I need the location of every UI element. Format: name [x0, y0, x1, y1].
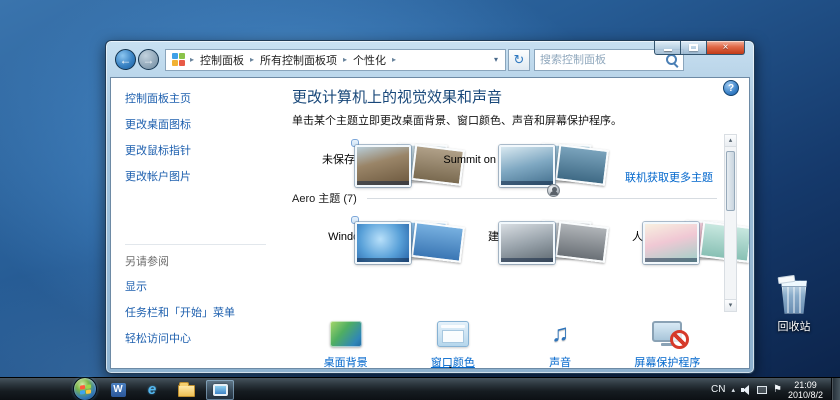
control-panel-window-icon	[213, 384, 228, 396]
personalization-window: × ← → ▸ 控制面板 ▸ 所有控制面板项 ▸ 个性化 ▸ ▾ ↻	[105, 40, 755, 374]
show-desktop-button[interactable]	[831, 378, 840, 400]
taskbar-explorer-button[interactable]	[172, 380, 200, 400]
close-button[interactable]: ×	[707, 41, 745, 55]
see-also-section: 另请参阅 显示 任务栏和「开始」菜单 轻松访问中心	[125, 244, 266, 356]
main-content: ? 更改计算机上的视觉效果和声音 单击某个主题立即更改桌面背景、窗口颜色、声音和…	[276, 78, 749, 368]
recycle-bin[interactable]: 回收站	[764, 280, 824, 334]
hidden-icons-button[interactable]: ▴	[731, 386, 735, 394]
taskbar-word-button[interactable]: W	[104, 380, 132, 400]
breadcrumb-separator-icon: ▸	[188, 55, 196, 64]
shortcut-label[interactable]: 屏幕保护程序	[614, 354, 721, 369]
window-client-area: 控制面板主页 更改桌面图标 更改鼠标指针 更改帐户图片 另请参阅 显示 任务栏和…	[110, 77, 750, 369]
aero-themes-header: Aero 主题 (7)	[292, 190, 717, 206]
sidebar-item-change-account-picture[interactable]: 更改帐户图片	[125, 168, 270, 184]
maximize-icon	[689, 44, 698, 51]
sidebar-item-ease-of-access-center[interactable]: 轻松访问中心	[125, 330, 266, 346]
sound-icon: ♫	[551, 321, 569, 347]
my-themes-row: 未保存的主题 Summit on the Summit	[294, 134, 717, 167]
breadcrumb-item-all-items[interactable]: 所有控制面板项	[256, 52, 341, 68]
scrollbar-thumb[interactable]	[726, 151, 735, 211]
aero-themes-header-label: Aero 主题 (7)	[292, 190, 357, 206]
clock-date: 2010/8/2	[788, 390, 823, 400]
window-color-shortcut[interactable]: 窗口颜色 天空	[399, 318, 506, 369]
ie-icon: e	[148, 381, 156, 398]
shortcut-label[interactable]: 声音	[507, 354, 614, 369]
windows-logo-icon	[80, 384, 91, 394]
theme-thumbnail-box	[351, 139, 359, 147]
minimize-icon	[664, 49, 672, 51]
desktop-background-icon	[330, 321, 362, 347]
header-rule	[367, 198, 717, 199]
breadcrumb-item-control-panel[interactable]: 控制面板	[196, 52, 248, 68]
taskbar-control-panel-window-button[interactable]	[206, 380, 234, 400]
breadcrumb-separator-icon: ▸	[248, 55, 256, 64]
page-subtitle: 单击某个主题立即更改桌面背景、窗口颜色、声音和屏幕保护程序。	[292, 112, 737, 128]
control-panel-icon	[172, 53, 185, 66]
scroll-up-icon[interactable]: ▴	[725, 135, 736, 147]
desktop: × ← → ▸ 控制面板 ▸ 所有控制面板项 ▸ 个性化 ▸ ▾ ↻	[0, 0, 840, 400]
theme-thumbnail-box	[495, 216, 503, 224]
window-color-icon	[437, 321, 469, 347]
forward-button[interactable]: →	[138, 49, 159, 70]
breadcrumb[interactable]: ▸ 控制面板 ▸ 所有控制面板项 ▸ 个性化 ▸ ▾	[165, 49, 506, 71]
see-also-header: 另请参阅	[125, 253, 266, 269]
screen-saver-icon	[652, 321, 682, 342]
word-icon: W	[111, 383, 126, 397]
sounds-shortcut[interactable]: ♫ 声音 Windows 默认	[507, 318, 614, 369]
theme-windows-7[interactable]: Windows 7	[294, 211, 416, 244]
theme-thumbnail-box	[639, 216, 647, 224]
theme-characters[interactable]: 人物	[582, 211, 704, 244]
sidebar-item-change-desktop-icons[interactable]: 更改桌面图标	[125, 116, 270, 132]
taskbar: W e CN ▴ ⚑ 21:09 2010/8/2	[0, 377, 840, 400]
system-tray: CN ▴ ⚑ 21:09 2010/8/2	[711, 378, 840, 400]
folder-icon	[178, 385, 195, 397]
refresh-button[interactable]: ↻	[508, 49, 530, 71]
volume-icon[interactable]	[741, 385, 751, 395]
action-center-icon[interactable]: ⚑	[773, 385, 782, 395]
theme-summit-on-the-summit[interactable]: Summit on the Summit	[438, 134, 560, 167]
navigation-bar: ← → ▸ 控制面板 ▸ 所有控制面板项 ▸ 个性化 ▸ ▾ ↻	[115, 48, 684, 71]
screen-saver-shortcut[interactable]: 屏幕保护程序 无	[614, 318, 721, 369]
clock-time: 21:09	[788, 380, 823, 390]
aero-themes-row: Windows 7 建筑	[294, 211, 717, 244]
themes-list: 未保存的主题 Summit on the Summit	[292, 134, 737, 312]
breadcrumb-item-personalization[interactable]: 个性化	[349, 52, 390, 68]
taskbar-ie-button[interactable]: e	[138, 380, 166, 400]
theme-unsaved[interactable]: 未保存的主题	[294, 134, 416, 167]
caption-buttons: ×	[654, 41, 745, 55]
breadcrumb-separator-icon: ▸	[341, 55, 349, 64]
recycle-bin-icon	[780, 280, 808, 314]
shortcut-label[interactable]: 桌面背景	[292, 354, 399, 369]
scroll-down-icon[interactable]: ▾	[725, 299, 736, 311]
themes-scrollbar[interactable]: ▴ ▾	[724, 134, 737, 312]
breadcrumb-dropdown-icon[interactable]: ▾	[491, 55, 501, 64]
sidebar-item-control-panel-home[interactable]: 控制面板主页	[125, 90, 270, 106]
recycle-bin-label: 回收站	[764, 318, 824, 334]
taskbar-pinned-icons: W e	[104, 378, 234, 400]
theme-thumbnail-box	[351, 216, 359, 224]
sidebar-item-taskbar-start-menu[interactable]: 任务栏和「开始」菜单	[125, 304, 266, 320]
help-button[interactable]: ?	[723, 80, 739, 96]
minimize-button[interactable]	[654, 41, 681, 55]
clock[interactable]: 21:09 2010/8/2	[788, 380, 823, 400]
mouse-cursor	[449, 366, 462, 369]
search-input[interactable]	[535, 54, 664, 66]
page-title: 更改计算机上的视觉效果和声音	[292, 86, 737, 107]
desktop-background-shortcut[interactable]: 桌面背景 Harmony	[292, 318, 399, 369]
back-button[interactable]: ←	[115, 49, 136, 70]
network-icon[interactable]	[757, 386, 767, 394]
breadcrumb-separator-icon: ▸	[390, 55, 398, 64]
online-theme-badge-icon	[547, 184, 560, 197]
maximize-button[interactable]	[681, 41, 707, 55]
theme-thumbnail-box	[495, 139, 503, 147]
sidebar-item-change-mouse-pointers[interactable]: 更改鼠标指针	[125, 142, 270, 158]
theme-settings-row: 桌面背景 Harmony 窗口颜色 天空 ♫ 声音 Wind	[292, 318, 737, 369]
sidebar: 控制面板主页 更改桌面图标 更改鼠标指针 更改帐户图片 另请参阅 显示 任务栏和…	[111, 78, 276, 368]
sidebar-item-display[interactable]: 显示	[125, 278, 266, 294]
language-indicator[interactable]: CN	[711, 384, 725, 395]
start-button[interactable]	[73, 377, 97, 400]
theme-architecture[interactable]: 建筑	[438, 211, 560, 244]
